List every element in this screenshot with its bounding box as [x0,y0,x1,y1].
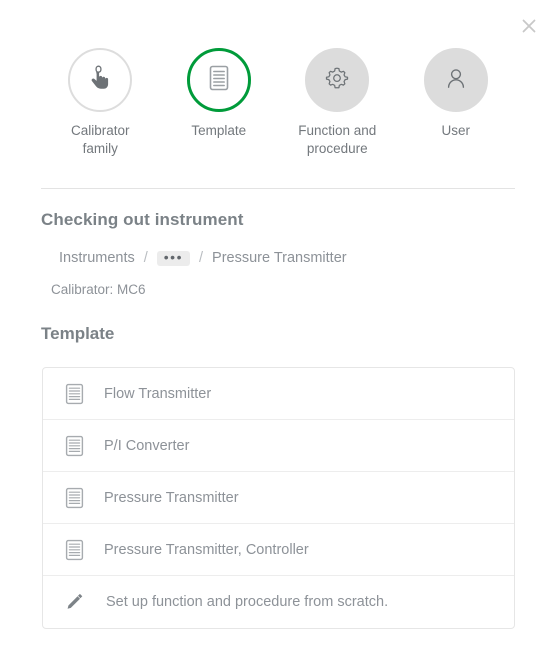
breadcrumb-separator: / [143,250,148,266]
step-calibrator-family[interactable]: Calibrator family [41,48,160,158]
list-item-label: Pressure Transmitter [104,489,239,506]
close-icon [521,18,537,34]
touch-hand-icon [87,64,113,97]
step-circle-user[interactable] [423,48,488,112]
list-item-label: Set up function and procedure from scrat… [106,594,389,610]
step-circle-template[interactable] [186,48,251,112]
step-template[interactable]: Template [160,48,279,140]
pencil-icon [61,592,87,612]
document-icon [61,539,87,561]
step-user[interactable]: User [397,48,516,140]
close-button[interactable] [515,12,543,40]
stepper-divider [41,188,515,189]
breadcrumb-item-instruments[interactable]: Instruments [59,250,135,266]
template-list: Flow Transmitter P/I Converter Pressure … [42,367,515,629]
list-item[interactable]: P/I Converter [43,420,514,472]
list-item[interactable]: Pressure Transmitter [43,472,514,524]
list-item-label: P/I Converter [104,437,190,454]
document-icon [61,435,87,457]
breadcrumb-separator: / [199,250,204,266]
document-icon [61,487,87,509]
list-item-label: Flow Transmitter [104,385,212,402]
calibrator-note: Calibrator: MC6 [51,282,146,297]
breadcrumb-ellipsis-button[interactable]: ••• [156,250,190,266]
breadcrumb-item-current[interactable]: Pressure Transmitter [212,250,347,266]
document-icon [207,64,231,97]
breadcrumb: Instruments / ••• / Pressure Transmitter [59,250,347,267]
list-item[interactable]: Pressure Transmitter, Controller [43,524,514,576]
step-circle-function-and-procedure[interactable] [305,48,370,112]
user-icon [442,64,470,97]
step-label-template: Template [191,123,247,138]
wizard-stepper: Calibrator family Template Function and … [41,48,515,158]
list-item[interactable]: Set up function and procedure from scrat… [43,576,514,628]
checkout-heading: Checking out instrument [41,210,244,229]
step-label-user: User [441,123,470,138]
list-item-label: Pressure Transmitter, Controller [104,541,309,558]
document-icon [61,383,87,405]
step-function-and-procedure[interactable]: Function and procedure [278,48,397,158]
template-section-heading: Template [41,324,115,343]
list-item[interactable]: Flow Transmitter [43,368,514,420]
step-label-function-and-procedure: Function and procedure [298,123,377,156]
gear-icon [323,64,351,97]
step-label-calibrator-family: Calibrator family [70,123,130,156]
step-circle-calibrator-family[interactable] [68,48,133,112]
